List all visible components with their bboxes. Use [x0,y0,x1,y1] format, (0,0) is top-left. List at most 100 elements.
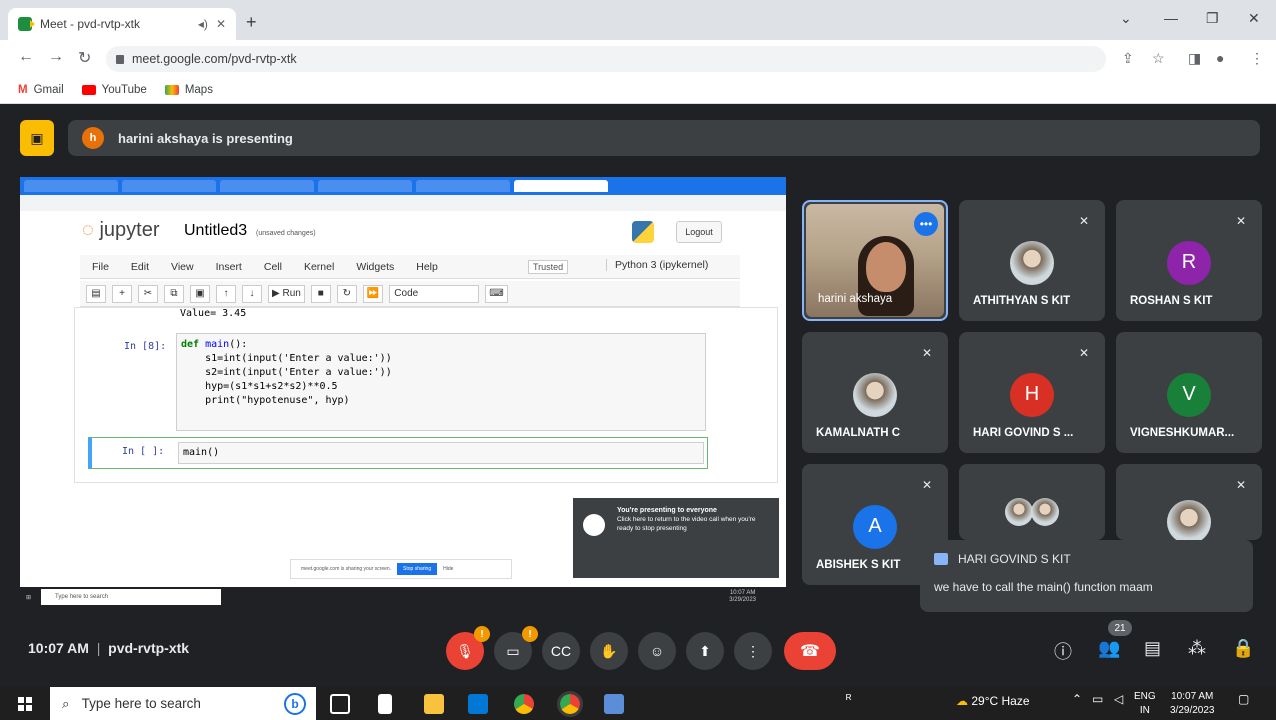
shared-clock: 10:07 AM 3/29/2023 [729,590,756,603]
profile-avatar-icon[interactable]: ● [1216,50,1224,66]
participant-name: VIGNESHKUMAR... [1130,427,1235,439]
bookmark-youtube[interactable]: YouTube [81,84,147,96]
menu-view: View [171,260,194,273]
forward-icon[interactable]: → [48,48,64,66]
code-cell-1: def main(): s1=int(input('Enter a value:… [176,333,706,431]
more-vert-icon: ⋮ [746,642,760,659]
people-tray-icon[interactable]: ᴿ [846,692,851,706]
notepad-icon[interactable] [378,694,392,714]
warning-badge-icon: ! [522,626,538,642]
participant-name: HARI GOVIND S ... [973,427,1074,439]
new-tab-button[interactable]: + [246,12,257,33]
chat-icon[interactable]: ▤ [1144,638,1161,659]
tab-audio-icon[interactable]: ◂) [198,17,208,31]
share-icon[interactable]: ⇪ [1122,50,1134,67]
taskbar-search-placeholder: Type here to search [81,696,201,711]
mic-toggle-button[interactable]: 🎙 ! [446,626,490,670]
mail-icon[interactable] [468,694,488,714]
more-options-button[interactable]: ⋮ [734,632,772,670]
presenting-toast: You're presenting to everyone Click here… [573,498,779,578]
participant-tile-kamalnath[interactable]: ✕ KAMALNATH C [802,332,948,453]
side-panel-icon[interactable]: ◨ [1188,50,1201,67]
language-indicator[interactable]: ENG IN [1134,690,1156,718]
participant-tile-harini[interactable]: ••• harini akshaya [802,200,948,321]
tab-close-icon[interactable]: ✕ [216,17,226,31]
host-controls-icon[interactable]: 🔒 [1232,638,1254,659]
browser-tab-meet[interactable]: Meet - pvd-rvtp-xtk ◂) ✕ [8,8,236,40]
chrome-active-icon[interactable] [557,691,583,717]
participant-avatar: A [853,504,897,549]
participant-tile-vigneshkumar[interactable]: V VIGNESHKUMAR... [1116,332,1262,453]
hand-icon: ✋ [600,642,618,659]
present-icon: ⬆ [699,642,711,659]
taskbar-clock[interactable]: 10:07 AM 3/29/2023 [1170,690,1215,718]
lock-icon [116,54,124,64]
tab-search-chevron-icon[interactable]: ⌄ [1120,10,1132,27]
minimize-icon[interactable]: — [1164,10,1178,26]
shared-screen: ◌ jupyter Untitled3 (unsaved changes) Lo… [20,177,786,607]
people-icon[interactable]: 👥 [1098,638,1120,659]
network-icon[interactable]: ▭ [1092,692,1103,706]
bing-icon[interactable]: b [284,692,306,715]
shared-windows-icon: ⊞ [26,594,32,601]
phone-hangup-icon: ☎ [800,643,820,660]
participant-tile-group[interactable] [959,464,1105,540]
bookmark-star-icon[interactable]: ☆ [1152,50,1165,67]
participant-tile-hari-govind[interactable]: ✕ H HARI GOVIND S ... [959,332,1105,453]
tray-chevron-icon[interactable]: ⌃ [1072,692,1082,706]
present-button[interactable]: ⬆ [686,632,724,670]
leave-call-button[interactable]: ☎ [784,632,836,670]
restore-icon[interactable]: ❐ [1206,10,1219,27]
bookmark-maps[interactable]: Maps [164,84,213,96]
participant-tile-athithyan[interactable]: ✕ ATHITHYAN S KIT [959,200,1105,321]
move-down-icon: ↓ [242,284,262,303]
code-line: hyp=(s1*s1+s2*s2)**0.5 [181,381,338,392]
participant-count-badge: 21 [1108,620,1132,636]
menu-kebab-icon[interactable]: ⋮ [1250,50,1264,67]
taskbar-search[interactable]: ⌕ Type here to search b [50,687,316,720]
bookmarks-bar: M Gmail YouTube Maps [0,76,1276,104]
reload-icon[interactable]: ↻ [78,48,91,68]
cell2-prompt: In [ ]: [122,446,165,457]
participant-avatar: V [1167,372,1211,417]
participant-tile-photo[interactable]: ✕ [1116,464,1262,544]
raise-hand-button[interactable]: ✋ [590,632,628,670]
menu-edit: Edit [130,260,150,273]
more-options-icon[interactable]: ••• [914,212,938,236]
task-view-icon[interactable] [330,694,350,714]
shared-tab [220,180,314,192]
sharing-bar: meet.google.com is sharing your screen. … [290,559,512,579]
shared-browser-tabbar [20,177,786,195]
close-window-icon[interactable]: ✕ [1248,10,1260,27]
participant-avatar [1010,240,1054,285]
reactions-button[interactable]: ☺ [638,632,676,670]
meet-logo-icon [583,514,605,536]
save-icon: ▤ [86,284,106,303]
address-bar[interactable]: meet.google.com/pvd-rvtp-xtk [106,46,1106,72]
activities-icon[interactable]: ⁂ [1188,638,1206,659]
mic-off-icon: ✕ [1078,214,1089,228]
file-explorer-icon[interactable] [424,694,444,714]
participant-name: ABISHEK S KIT [816,559,901,571]
cell-type-select: Code [389,284,480,303]
chrome-icon[interactable] [514,694,534,714]
volume-icon[interactable]: ◁ [1114,692,1123,706]
meeting-details-icon[interactable]: ⓘ [1054,638,1072,664]
cell1-prompt: In [8]: [124,341,167,352]
weather-widget[interactable]: ☁ 29°C Haze [956,694,1030,708]
windows-start-icon[interactable] [18,697,32,711]
shared-tab [24,180,118,192]
weather-icon: ☁ [956,694,968,708]
app-icon[interactable] [604,694,624,714]
bookmark-gmail[interactable]: M Gmail [18,84,64,96]
unsaved-status: (unsaved changes) [256,230,316,237]
participant-tile-roshan[interactable]: ✕ R ROSHAN S KIT [1116,200,1262,321]
camera-off-indicator-icon[interactable]: ▣ [20,120,54,156]
notification-icon[interactable]: ▢ [1238,692,1249,706]
chat-notification[interactable]: HARI GOVIND S KIT we have to call the ma… [920,540,1253,612]
camera-toggle-button[interactable]: ▭ ! [494,626,538,670]
captions-button[interactable]: CC [542,632,580,670]
back-icon[interactable]: ← [18,48,34,66]
presenter-avatar: h [82,127,104,149]
kernel-indicator: Python 3 (ipykernel) [606,259,708,271]
